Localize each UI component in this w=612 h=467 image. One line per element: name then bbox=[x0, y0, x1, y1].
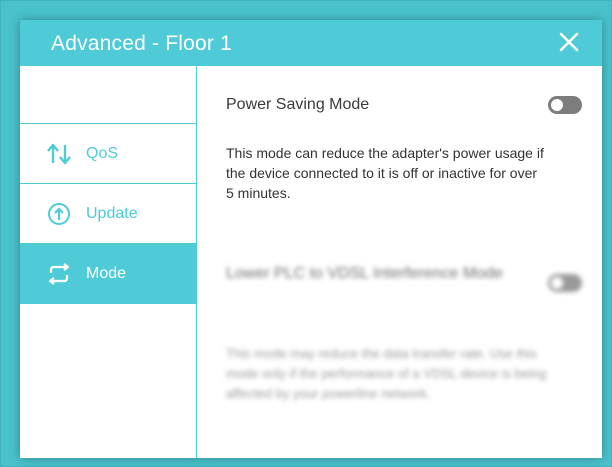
sidebar: QoS Update Mode bbox=[20, 66, 197, 458]
toggle-knob bbox=[551, 99, 563, 111]
power-saving-description: This mode can reduce the adapter's power… bbox=[226, 145, 544, 201]
sidebar-spacer bbox=[20, 66, 196, 124]
settings-panel: Power Saving Mode This mode can reduce t… bbox=[198, 66, 602, 458]
dialog-header: Advanced - Floor 1 bbox=[20, 20, 602, 66]
interference-mode-description: This mode may reduce the data transfer r… bbox=[226, 346, 547, 401]
toggle-knob bbox=[551, 277, 563, 289]
sidebar-item-update[interactable]: Update bbox=[20, 184, 196, 244]
sidebar-item-label: Mode bbox=[86, 264, 127, 282]
close-icon[interactable] bbox=[558, 31, 580, 53]
sidebar-item-label: QoS bbox=[86, 144, 119, 162]
sidebar-item-label: Update bbox=[86, 204, 138, 222]
dialog-title: Advanced - Floor 1 bbox=[51, 32, 233, 55]
qos-arrows-icon bbox=[44, 142, 74, 166]
sidebar-item-qos[interactable]: QoS bbox=[20, 124, 196, 184]
advanced-dialog: Advanced - Floor 1 QoS Update Mode Power… bbox=[20, 20, 602, 458]
power-saving-title: Power Saving Mode bbox=[226, 96, 370, 113]
mode-cycle-icon bbox=[44, 262, 74, 286]
interference-mode-title: Lower PLC to VDSL Interference Mode bbox=[226, 265, 503, 282]
interference-mode-toggle[interactable] bbox=[548, 274, 582, 292]
update-circle-icon bbox=[44, 202, 74, 226]
power-saving-toggle[interactable] bbox=[548, 96, 582, 114]
sidebar-item-mode[interactable]: Mode bbox=[20, 244, 196, 304]
